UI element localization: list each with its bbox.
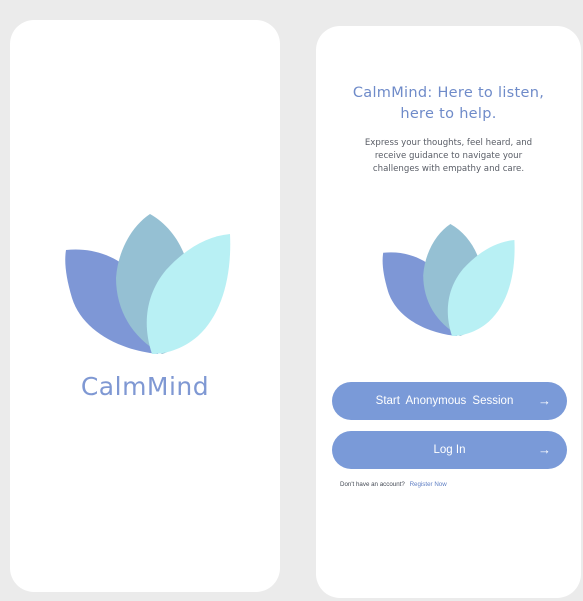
log-in-label: Log In bbox=[433, 444, 466, 456]
lotus-logo-icon bbox=[65, 214, 231, 354]
lotus-logo-icon bbox=[382, 224, 515, 336]
welcome-subtitle-line: challenges with empathy and care. bbox=[372, 164, 525, 174]
log-in-button[interactable]: Log In → bbox=[332, 431, 567, 469]
mockup-canvas: CalmMind CalmMind: Here to listen, here … bbox=[0, 0, 583, 601]
register-now-link[interactable]: Register Now bbox=[410, 481, 447, 488]
welcome-subtitle-line: receive guidance to navigate your bbox=[374, 151, 523, 161]
no-account-text: Don't have an account? bbox=[340, 481, 405, 488]
arrow-right-icon: → bbox=[538, 393, 551, 408]
welcome-subtitle-line: Express your thoughts, feel heard, and bbox=[364, 138, 533, 148]
start-anonymous-session-label: Start Anonymous Session bbox=[375, 395, 514, 407]
welcome-title-line: CalmMind: Here to listen, bbox=[352, 85, 545, 101]
welcome-title: CalmMind: Here to listen, here to help. bbox=[324, 83, 573, 125]
welcome-screen: CalmMind: Here to listen, here to help. … bbox=[316, 26, 581, 598]
start-anonymous-session-button[interactable]: Start Anonymous Session → bbox=[332, 382, 567, 420]
arrow-right-icon: → bbox=[538, 442, 551, 457]
splash-screen: CalmMind bbox=[10, 20, 280, 592]
welcome-title-line: here to help. bbox=[400, 106, 497, 122]
app-name: CalmMind bbox=[80, 372, 210, 401]
welcome-subtitle: Express your thoughts, feel heard, and r… bbox=[332, 137, 565, 176]
register-prompt: Don't have an account? Register Now bbox=[340, 481, 570, 488]
